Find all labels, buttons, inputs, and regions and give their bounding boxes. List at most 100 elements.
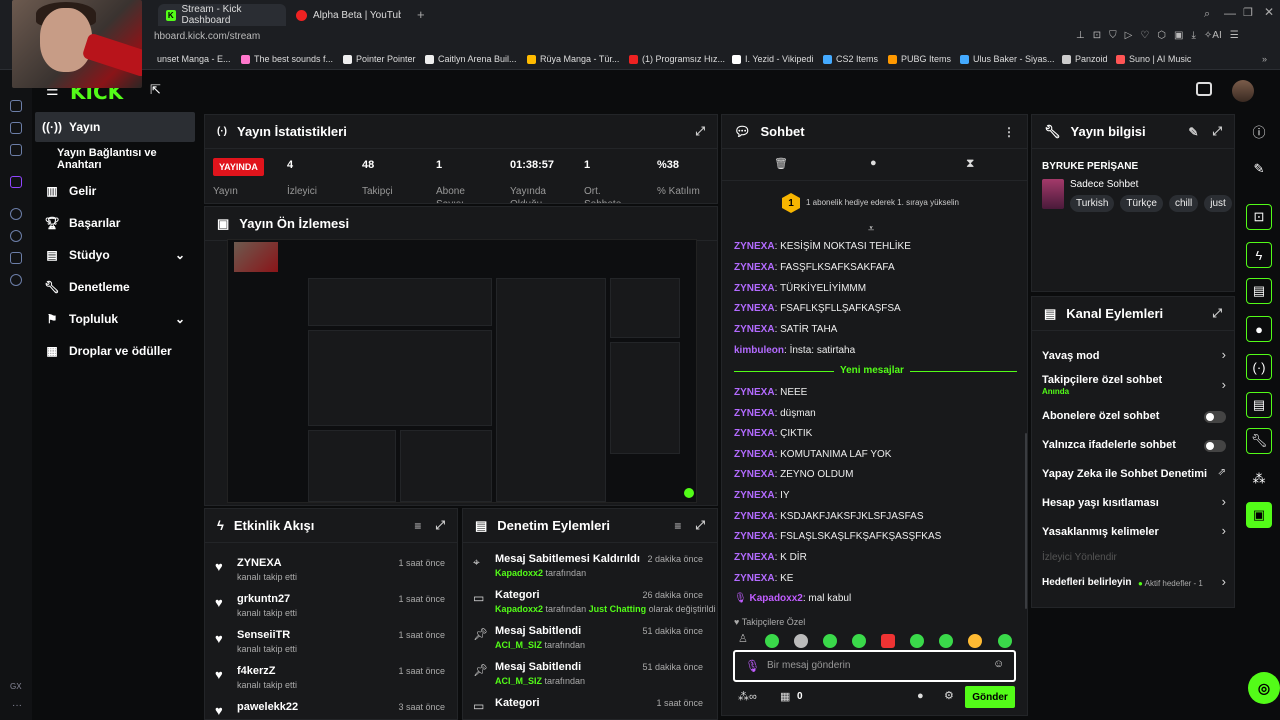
gx-icon[interactable]: GX (10, 682, 22, 691)
kebab-menu-icon[interactable]: ⋮ (1003, 125, 1015, 139)
trash-icon[interactable]: 🗑︎ (774, 157, 788, 170)
nav-item-gelir[interactable]: ▥ Gelir (35, 176, 195, 206)
bookmark-item[interactable]: Suno | AI Music (1116, 51, 1191, 67)
tab-kick-dashboard[interactable]: K Stream - Kick Dashboard (158, 4, 286, 26)
emotes-only-row[interactable]: Yalnızca ifadelerle sohbet (1032, 436, 1236, 456)
bookmark-item[interactable]: unset Manga - E... (157, 51, 231, 67)
more-bookmarks-icon[interactable]: » (1262, 51, 1267, 67)
tag[interactable]: just (1204, 195, 1232, 212)
broadcast-icon[interactable]: (·) (1246, 354, 1272, 380)
hourglass-icon[interactable]: ⧗ (966, 156, 974, 171)
tag[interactable]: Turkish (1070, 195, 1115, 212)
bookmark-item[interactable]: Caitlyn Arena Buil... (425, 51, 517, 67)
emote-icon[interactable] (939, 634, 953, 648)
nav-item-denetleme[interactable]: 🔧︎ Denetleme (35, 272, 195, 302)
search-tabs-icon[interactable]: ⌕ (1204, 8, 1210, 21)
gift-goal-text[interactable]: 1 abonelik hediye ederek 1. sıraya yükse… (806, 198, 959, 207)
banned-words-row[interactable]: Yasaklanmış kelimeler › (1032, 523, 1236, 543)
edit-icon[interactable]: ✎ (1246, 156, 1272, 182)
bookmark-item[interactable]: Panzoid (1062, 51, 1108, 67)
shield-icon[interactable]: ⛉ (1109, 30, 1117, 41)
chat-bubble-icon[interactable]: ● (870, 157, 877, 169)
tag[interactable]: chill (1168, 195, 1199, 212)
bookmark-item[interactable]: CS2 Items (823, 51, 878, 67)
followers-only-row[interactable]: Takipçilere özel sohbet Anında › (1032, 373, 1236, 401)
download-icon[interactable]: ⤓ (1191, 30, 1195, 41)
nav-item-yayin[interactable]: ((·)) Yayın (35, 112, 195, 142)
nav-item-studyo[interactable]: ▤ Stüdyo ⌄ (35, 240, 195, 270)
more-icon[interactable]: ··· (12, 700, 22, 711)
subs-only-row[interactable]: Abonelere özel sohbet (1032, 407, 1236, 427)
emote-icon[interactable] (910, 634, 924, 648)
twitch-icon[interactable] (10, 176, 22, 188)
heart-icon[interactable]: ♡ (1140, 30, 1149, 41)
wrench-icon[interactable]: 🔧︎ (1246, 428, 1272, 454)
expand-icon[interactable]: ⤢ (1212, 306, 1222, 321)
sidebar-app-icon[interactable] (10, 122, 22, 134)
broadcast-icon[interactable] (1196, 82, 1212, 96)
extensions-icon[interactable]: ⬡ (1157, 30, 1166, 41)
emote-icon[interactable] (823, 634, 837, 648)
account-age-row[interactable]: Hesap yaşı kısıtlaması › (1032, 494, 1236, 514)
document-icon[interactable]: ▤ (1246, 278, 1272, 304)
bookmark-item[interactable]: Ulus Baker - Siyas... (960, 51, 1055, 67)
list-icon[interactable]: ▤ (1246, 392, 1272, 418)
emote-icon[interactable] (968, 634, 982, 648)
tab-youtube[interactable]: Alpha Beta | YouTube (288, 4, 412, 26)
minimize-button[interactable]: — (1224, 6, 1236, 20)
nav-item-basarilar[interactable]: 🏆︎ Başarılar (35, 208, 195, 238)
filter-icon[interactable]: ≡ (674, 519, 681, 533)
emoji-icon[interactable]: ☺ (993, 658, 1004, 670)
sidebar-app-icon[interactable] (10, 252, 22, 264)
tag[interactable]: Türkçe (1120, 195, 1163, 212)
expand-icon[interactable]: ⤢ (695, 518, 705, 533)
chat-input[interactable]: 🎙︎ Bir mesaj gönderin ☺ (733, 650, 1016, 682)
bookmark-item[interactable]: The best sounds f... (241, 51, 333, 67)
collapse-icon[interactable]: ⩡ (868, 223, 874, 236)
send-button[interactable]: Gönder (965, 686, 1015, 708)
ai-moderation-row[interactable]: Yapay Zeka ile Sohbet Denetimi ⇗ (1032, 465, 1236, 485)
gift-icon[interactable]: ▦ (780, 690, 790, 703)
ai-icon[interactable]: ✧AI (1204, 30, 1222, 41)
emote-icon[interactable] (765, 634, 779, 648)
expand-icon[interactable]: ⤢ (695, 124, 705, 139)
points-icon[interactable]: ⁂∞ (738, 690, 757, 703)
clock-icon[interactable] (10, 230, 22, 242)
sidebar-app-icon[interactable] (10, 100, 22, 112)
filter-icon[interactable]: ≡ (414, 519, 421, 533)
info-icon[interactable]: ⓘ (1246, 118, 1272, 144)
screenshot-icon[interactable]: ⊡ (1093, 30, 1101, 41)
expand-icon[interactable]: ⤢ (1212, 124, 1222, 139)
subs-only-toggle[interactable] (1204, 411, 1226, 423)
emote-icon[interactable] (881, 634, 895, 648)
sidebar-app-icon[interactable] (10, 208, 22, 220)
emote-app-icon[interactable]: ▣ (1246, 502, 1272, 528)
bookmark-item[interactable]: PUBG Items (888, 51, 951, 67)
url-input[interactable]: hboard.kick.com/stream (154, 31, 260, 42)
nav-item-droplar[interactable]: ▦ Droplar ve ödüller (35, 336, 195, 366)
chat-scrollbar[interactable] (1025, 433, 1027, 609)
bookmark-item[interactable]: I. Yezid - Vikipedi (732, 51, 813, 67)
bookmark-item[interactable]: Rüya Manga - Tür... (527, 51, 619, 67)
bookmark-item[interactable]: Pointer Pointer (343, 51, 416, 67)
lightning-icon[interactable]: ϟ (1246, 242, 1272, 268)
edit-icon[interactable]: ✎ (1188, 125, 1198, 139)
goals-row[interactable]: Hedefleri belirleyin ● Aktif hedefler - … (1032, 574, 1236, 594)
play-icon[interactable]: ▷ (1125, 30, 1133, 41)
clip-icon[interactable]: ⊡ (1246, 204, 1272, 230)
menu-icon[interactable]: ☰ (1230, 30, 1239, 41)
avatar[interactable] (1232, 80, 1254, 102)
nav-item-topluluk[interactable]: ⚑ Topluluk ⌄ (35, 304, 195, 334)
new-tab-button[interactable]: + (417, 7, 425, 22)
emote-icon[interactable] (852, 634, 866, 648)
pin-icon[interactable]: ⊥ (1076, 30, 1085, 41)
gear-icon[interactable]: ⚙ (944, 689, 954, 702)
emote-person-icon[interactable]: ♙ (738, 632, 748, 645)
community-icon[interactable]: ⁂ (1246, 466, 1272, 492)
expand-icon[interactable]: ⤢ (435, 518, 445, 533)
emote-icon[interactable] (998, 634, 1012, 648)
emotes-only-toggle[interactable] (1204, 440, 1226, 452)
restore-button[interactable]: ❐ (1243, 6, 1253, 19)
pin-sidebar-icon[interactable]: ⇱ (150, 82, 161, 98)
preview-video[interactable] (227, 239, 697, 503)
